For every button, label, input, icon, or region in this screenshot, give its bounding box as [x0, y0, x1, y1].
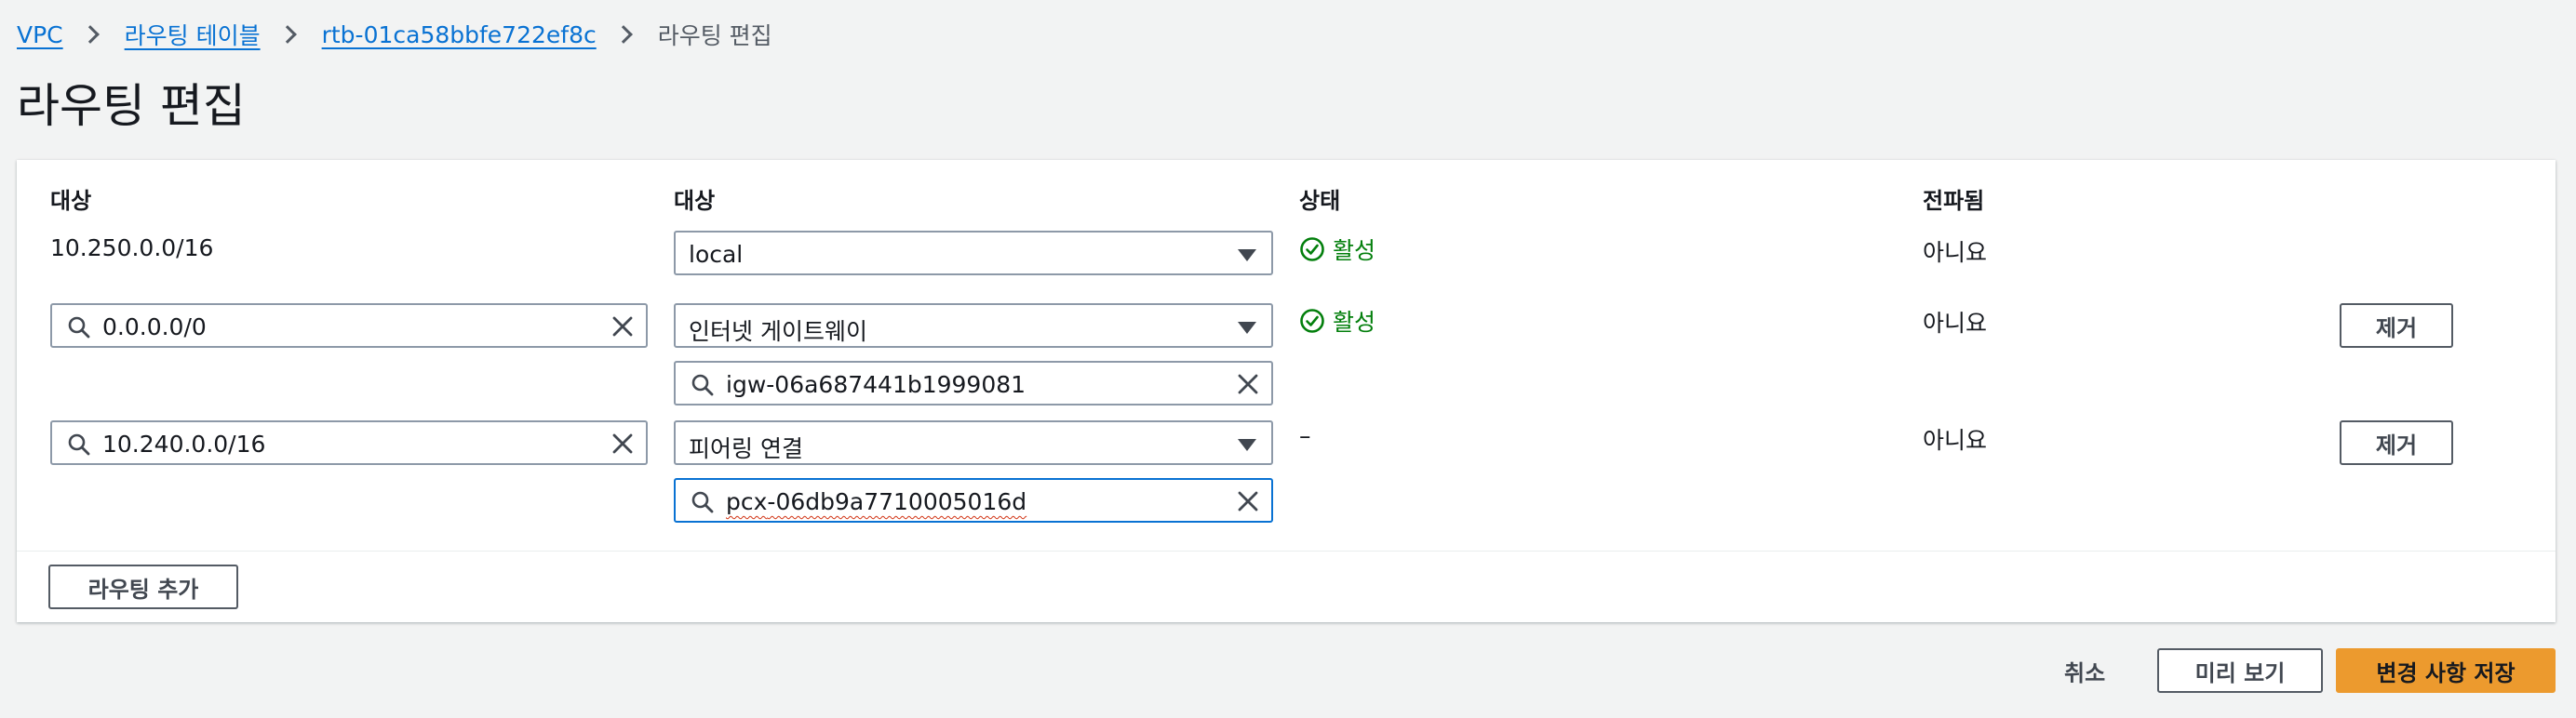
- close-icon[interactable]: [610, 314, 635, 339]
- chevron-right-icon: [277, 25, 297, 44]
- route-3-remove-button[interactable]: 제거: [2340, 420, 2453, 465]
- route-3-target-id-input[interactable]: pcx-06db9a7710005016d: [674, 478, 1273, 523]
- route-2-destination-input[interactable]: 0.0.0.0/0: [50, 303, 648, 348]
- caret-down-icon: [1238, 249, 1256, 261]
- breadcrumb-link-vpc[interactable]: VPC: [17, 21, 63, 48]
- route-1-status-text: 활성: [1333, 237, 1376, 264]
- caret-down-icon: [1238, 439, 1256, 451]
- column-header-destination: 대상: [50, 188, 92, 214]
- close-icon[interactable]: [1236, 489, 1260, 513]
- route-2-status-text: 활성: [1333, 309, 1376, 336]
- breadcrumb: VPC 라우팅 테이블 rtb-01ca58bbfe722ef8c 라우팅 편집: [17, 17, 772, 52]
- route-2-target-id-value: igw-06a687441b1999081: [726, 371, 1026, 398]
- column-header-propagated: 전파됨: [1923, 188, 1985, 214]
- panel-footer: 라우팅 추가: [17, 551, 2556, 622]
- route-3-target-id-value: pcx-06db9a7710005016d: [726, 488, 1027, 515]
- route-3-destination-input[interactable]: 10.240.0.0/16: [50, 420, 648, 465]
- routes-panel: 대상 대상 상태 전파됨 10.250.0.0/16 local 활성 아니요 …: [17, 160, 2556, 622]
- route-2-target-id-input[interactable]: igw-06a687441b1999081: [674, 361, 1273, 406]
- search-icon: [68, 316, 90, 339]
- route-3-propagated: 아니요: [1923, 427, 1988, 454]
- search-icon: [691, 491, 714, 513]
- chevron-right-icon: [80, 25, 100, 44]
- check-circle-icon: [1300, 237, 1324, 261]
- close-icon[interactable]: [610, 432, 635, 456]
- breadcrumb-link-route-table-id[interactable]: rtb-01ca58bbfe722ef8c: [322, 21, 597, 48]
- route-3-destination-value: 10.240.0.0/16: [102, 431, 266, 458]
- route-2-destination-value: 0.0.0.0/0: [102, 313, 207, 340]
- cancel-button[interactable]: 취소: [2064, 655, 2105, 687]
- breadcrumb-current: 라우팅 편집: [657, 22, 772, 49]
- save-changes-button[interactable]: 변경 사항 저장: [2336, 648, 2556, 693]
- route-3-target-select[interactable]: 피어링 연결: [674, 420, 1273, 465]
- route-1-status: 활성: [1299, 233, 1375, 266]
- route-1-target-select[interactable]: local: [674, 231, 1273, 275]
- route-1-propagated: 아니요: [1923, 239, 1988, 266]
- column-header-target: 대상: [674, 188, 716, 214]
- route-2-target-select[interactable]: 인터넷 게이트웨이: [674, 303, 1273, 348]
- preview-button[interactable]: 미리 보기: [2157, 648, 2323, 693]
- search-icon: [68, 433, 90, 456]
- route-2-status: 활성: [1299, 304, 1375, 338]
- route-3-target-value: 피어링 연결: [689, 435, 803, 462]
- route-3-status: –: [1299, 422, 1311, 449]
- caret-down-icon: [1238, 322, 1256, 334]
- column-header-status: 상태: [1299, 188, 1341, 214]
- search-icon: [691, 374, 714, 396]
- breadcrumb-link-route-tables[interactable]: 라우팅 테이블: [125, 18, 261, 51]
- route-2-propagated: 아니요: [1923, 310, 1988, 337]
- route-1-destination: 10.250.0.0/16: [50, 234, 214, 261]
- close-icon[interactable]: [1236, 372, 1260, 396]
- chevron-right-icon: [613, 25, 633, 44]
- page-title: 라우팅 편집: [17, 79, 246, 133]
- route-2-remove-button[interactable]: 제거: [2340, 303, 2453, 348]
- add-route-button[interactable]: 라우팅 추가: [48, 565, 238, 609]
- check-circle-icon: [1300, 309, 1324, 333]
- route-2-target-value: 인터넷 게이트웨이: [689, 318, 867, 345]
- route-1-target-value: local: [689, 241, 744, 268]
